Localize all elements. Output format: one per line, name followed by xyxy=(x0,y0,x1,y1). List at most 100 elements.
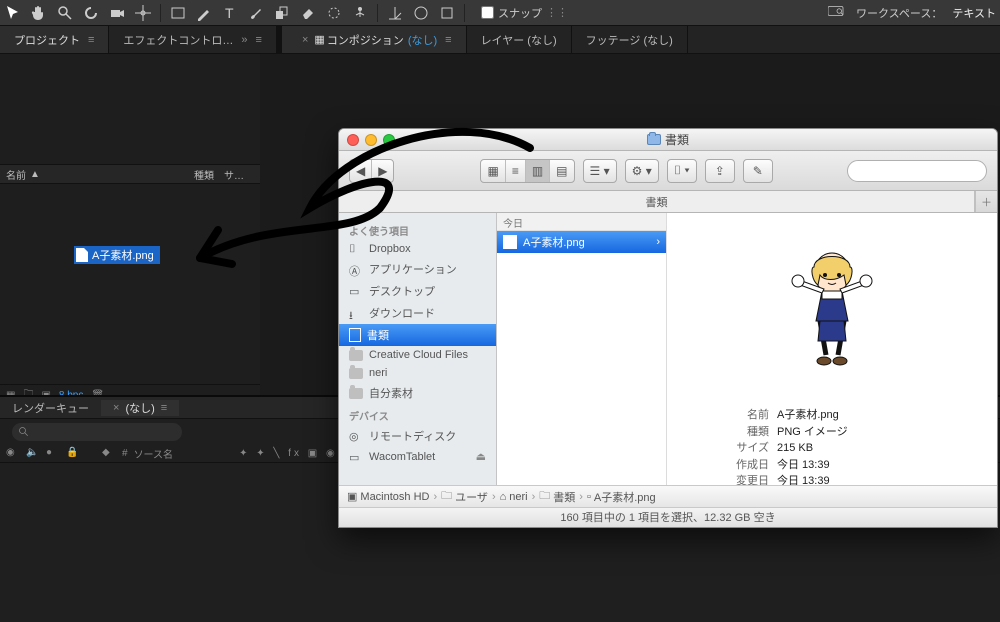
path-crumb[interactable]: ⌂ neri xyxy=(500,491,528,503)
close-tab-icon[interactable]: × xyxy=(302,34,308,46)
path-crumb[interactable]: 🗀 ユーザ xyxy=(441,487,488,506)
selection-tool-icon[interactable] xyxy=(4,4,22,22)
dropbox-menu[interactable]: ⌷ ▾ xyxy=(667,159,697,183)
view-list-icon[interactable]: ≡ xyxy=(506,160,526,182)
app-icon: Ⓐ xyxy=(349,263,363,275)
sidebar-item-ccfiles[interactable]: Creative Cloud Files xyxy=(339,346,496,364)
sidebar-item-applications[interactable]: Ⓐアプリケーション xyxy=(339,258,496,280)
rotate-tool-icon[interactable] xyxy=(82,4,100,22)
sidebar-item-documents[interactable]: 書類 xyxy=(339,324,496,346)
downloads-icon: ⭳ xyxy=(349,307,363,319)
clone-tool-icon[interactable] xyxy=(273,4,291,22)
project-items[interactable]: A子素材.png xyxy=(0,184,260,384)
sidebar-item-remotedisk[interactable]: ◎リモートディスク xyxy=(339,425,496,447)
view-column-icon[interactable]: ▥ xyxy=(526,160,550,182)
finder-search[interactable] xyxy=(847,160,987,182)
axis-view-icon[interactable] xyxy=(438,4,456,22)
speaker-column-icon[interactable]: 🔈 xyxy=(26,447,40,461)
sidebar-item-dropbox[interactable]: ⌷Dropbox xyxy=(339,240,496,258)
disc-icon: ◎ xyxy=(349,430,363,442)
tab-footage[interactable]: フッテージ (なし) xyxy=(572,26,688,53)
close-window-icon[interactable] xyxy=(347,134,359,146)
tags-button[interactable]: ✎ xyxy=(743,159,773,183)
axis-world-icon[interactable] xyxy=(412,4,430,22)
tab-timeline-none[interactable]: ×(なし)≡ xyxy=(101,400,179,416)
tab-overflow-icon[interactable]: » xyxy=(241,34,247,46)
sidebar-item-desktop[interactable]: ▭デスクトップ xyxy=(339,280,496,302)
panel-menu-icon[interactable]: ≡ xyxy=(256,34,262,46)
col-type[interactable]: 種類 xyxy=(194,167,224,182)
brush-tool-icon[interactable] xyxy=(247,4,265,22)
path-crumb[interactable]: ▣ Macintosh HD xyxy=(347,490,429,503)
arrange-group: ☰ ▾ xyxy=(583,159,617,183)
source-name-col[interactable]: ソース名 xyxy=(134,446,174,461)
sidebar-item-mymaterials[interactable]: 自分素材 xyxy=(339,382,496,404)
project-columns: 名前 ▲ 種類 サ… xyxy=(0,164,260,184)
solo-column-icon[interactable]: ● xyxy=(46,447,60,461)
view-icon-icon[interactable]: ▦ xyxy=(481,160,505,182)
forward-button[interactable]: ▶ xyxy=(372,160,393,182)
path-crumb[interactable]: ▫ A子素材.png xyxy=(587,489,656,505)
text-tool-icon[interactable]: T xyxy=(221,4,239,22)
minimize-window-icon[interactable] xyxy=(365,134,377,146)
arrange-icon[interactable]: ☰ ▾ xyxy=(584,160,616,182)
snap-toggle[interactable]: スナップ ⋮⋮ xyxy=(481,5,568,21)
project-item[interactable]: A子素材.png xyxy=(74,246,160,264)
roto-tool-icon[interactable] xyxy=(325,4,343,22)
share-button[interactable]: ⇪ xyxy=(705,159,735,183)
finder-window[interactable]: 書類 ◀ ▶ ▦ ≡ ▥ ▤ ☰ ▾ ⚙ ▾ ⌷ ▾ ⇪ ✎ 書類 xyxy=(338,128,998,528)
folder-icon xyxy=(349,350,363,361)
action-menu[interactable]: ⚙ ▾ xyxy=(625,159,659,183)
sidebar-item-wacom[interactable]: ▭WacomTablet⏏ xyxy=(339,447,496,466)
nav-back-forward: ◀ ▶ xyxy=(349,159,394,183)
chevron-right-icon: › xyxy=(656,236,660,248)
eject-icon[interactable]: ⏏ xyxy=(476,450,486,463)
search-input[interactable] xyxy=(856,165,998,177)
file-row[interactable]: A子素材.png › xyxy=(497,231,666,253)
sidebar-section-devices: デバイス xyxy=(339,404,496,425)
col-name[interactable]: 名前 xyxy=(6,167,26,182)
snap-label: スナップ xyxy=(498,5,542,21)
zoom-tool-icon[interactable] xyxy=(56,4,74,22)
search-workspace-icon[interactable] xyxy=(828,5,846,20)
anchor-tool-icon[interactable] xyxy=(134,4,152,22)
camera-tool-icon[interactable] xyxy=(108,4,126,22)
puppet-tool-icon[interactable] xyxy=(351,4,369,22)
view-coverflow-icon[interactable]: ▤ xyxy=(550,160,573,182)
timeline-search[interactable] xyxy=(12,423,182,441)
axis-local-icon[interactable] xyxy=(386,4,404,22)
hand-tool-icon[interactable] xyxy=(30,4,48,22)
panel-menu-icon[interactable]: ≡ xyxy=(445,34,451,46)
new-tab-button[interactable]: ＋ xyxy=(975,191,997,212)
panel-menu-icon[interactable]: ≡ xyxy=(88,34,94,46)
back-button[interactable]: ◀ xyxy=(350,160,372,182)
finder-tab[interactable]: 書類 xyxy=(339,191,975,212)
finder-columns: 今日 A子素材.png › xyxy=(497,213,997,485)
path-crumb[interactable]: 🗀 書類 xyxy=(539,487,575,506)
sort-asc-icon[interactable]: ▲ xyxy=(30,169,40,180)
tab-project[interactable]: プロジェクト≡ xyxy=(0,26,109,53)
sidebar-item-downloads[interactable]: ⭳ダウンロード xyxy=(339,302,496,324)
label-column-icon[interactable]: ◆ xyxy=(102,447,116,461)
rect-tool-icon[interactable] xyxy=(169,4,187,22)
desktop-icon: ▭ xyxy=(349,285,363,297)
pen-tool-icon[interactable] xyxy=(195,4,213,22)
window-controls xyxy=(347,134,395,146)
workspace-value[interactable]: テキスト xyxy=(952,5,996,21)
finder-column-1[interactable]: 今日 A子素材.png › xyxy=(497,213,667,485)
gear-icon: ⚙ ▾ xyxy=(626,160,658,182)
tab-render-queue[interactable]: レンダーキュー xyxy=(0,400,101,416)
lock-column-icon[interactable]: 🔒 xyxy=(66,447,80,461)
sidebar-item-neri[interactable]: neri xyxy=(339,364,496,382)
eye-column-icon[interactable]: ◉ xyxy=(6,447,20,461)
tab-composition[interactable]: × ▦ コンポジション (なし) ≡ xyxy=(282,26,467,53)
project-item-name: A子素材.png xyxy=(92,247,154,263)
col-size[interactable]: サ… xyxy=(224,167,254,182)
finder-titlebar[interactable]: 書類 xyxy=(339,129,997,151)
eraser-tool-icon[interactable] xyxy=(299,4,317,22)
snap-checkbox[interactable] xyxy=(481,6,494,19)
tab-effect-controls[interactable]: エフェクトコントロ… » ≡ xyxy=(109,26,277,53)
snap-options-icon[interactable]: ⋮⋮ xyxy=(546,6,568,19)
zoom-window-icon[interactable] xyxy=(383,134,395,146)
tab-layer[interactable]: レイヤー (なし) xyxy=(467,26,572,53)
